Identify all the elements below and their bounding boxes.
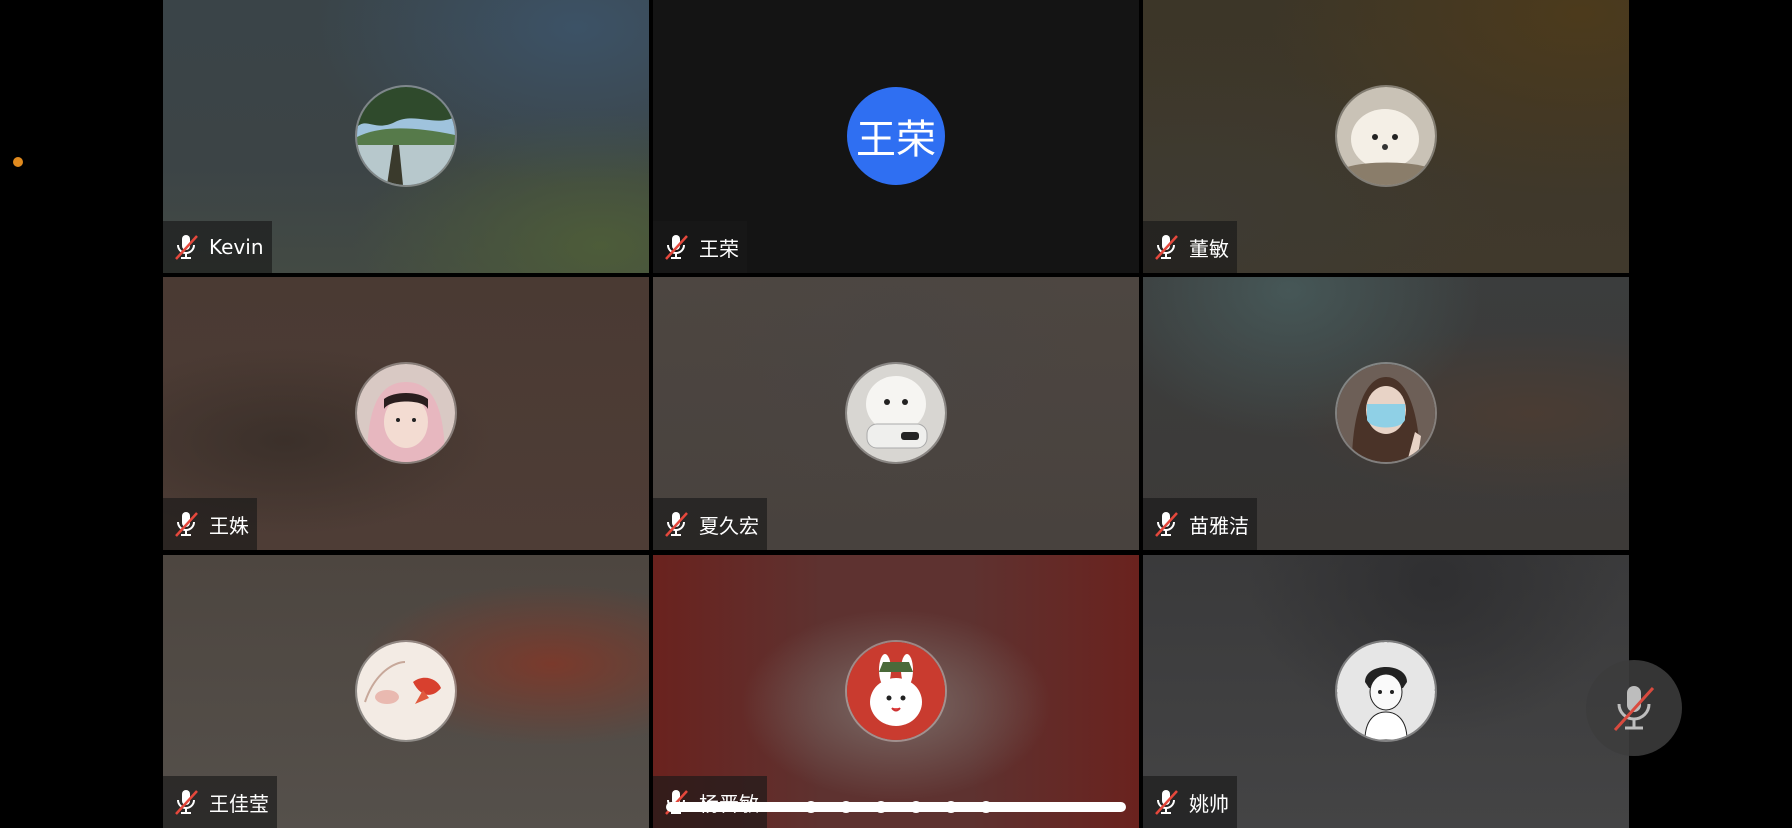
mic-muted-icon — [1155, 512, 1178, 537]
floating-mic-toggle-button[interactable] — [1586, 660, 1682, 756]
participant-name: Kevin — [209, 235, 264, 259]
participant-name: 董敏 — [1189, 236, 1229, 261]
participant-tile[interactable]: 王佳莹 — [163, 555, 649, 828]
mic-muted-icon — [665, 235, 688, 260]
participant-name: 王荣 — [699, 236, 739, 261]
mic-muted-icon — [1155, 790, 1178, 815]
participant-name: 姚帅 — [1189, 791, 1229, 816]
mic-muted-icon — [175, 235, 198, 260]
participant-tile[interactable]: 杨晋敏 — [653, 555, 1139, 828]
avatar — [847, 642, 945, 740]
mic-muted-icon — [1613, 686, 1655, 732]
participant-name: 夏久宏 — [699, 513, 759, 538]
participant-tile[interactable]: Kevin — [163, 0, 649, 273]
participant-name-tag: Kevin — [163, 221, 272, 273]
participant-name-tag: 王荣 — [653, 221, 747, 273]
avatar — [1337, 642, 1435, 740]
page-indicator-bar[interactable] — [666, 802, 1126, 812]
page-indicator-dot[interactable] — [910, 801, 922, 813]
participant-name: 王佳莹 — [209, 791, 269, 816]
page-indicator-dot[interactable] — [840, 801, 852, 813]
mic-muted-icon — [175, 512, 198, 537]
participant-name-tag: 王佳莹 — [163, 776, 277, 828]
avatar — [357, 364, 455, 462]
avatar — [357, 642, 455, 740]
avatar — [1337, 364, 1435, 462]
participant-name-tag: 董敏 — [1143, 221, 1237, 273]
participant-name-tag: 姚帅 — [1143, 776, 1237, 828]
page-indicator-dot[interactable] — [875, 801, 887, 813]
participant-tile[interactable]: 王姝 — [163, 277, 649, 550]
mic-muted-icon — [175, 790, 198, 815]
participant-tile[interactable]: 王荣 王荣 — [653, 0, 1139, 273]
participant-name: 苗雅洁 — [1189, 513, 1249, 538]
mic-muted-icon — [665, 512, 688, 537]
participant-tile[interactable]: 董敏 — [1143, 0, 1629, 273]
avatar — [847, 364, 945, 462]
page-indicator-dot[interactable] — [945, 801, 957, 813]
avatar — [357, 87, 455, 185]
participant-name-tag: 王姝 — [163, 498, 257, 550]
recording-indicator-dot — [13, 157, 23, 167]
avatar — [1337, 87, 1435, 185]
participant-tile[interactable]: 夏久宏 — [653, 277, 1139, 550]
participant-name-tag: 苗雅洁 — [1143, 498, 1257, 550]
avatar: 王荣 — [847, 87, 945, 185]
mic-muted-icon — [1155, 235, 1178, 260]
participant-name: 王姝 — [209, 513, 249, 538]
participant-tile[interactable]: 苗雅洁 — [1143, 277, 1629, 550]
participant-grid: Kevin 王荣 王荣 董敏 王姝 夏久宏 苗雅洁 王佳莹 姚帅 — [163, 0, 1629, 828]
participant-tile[interactable]: 姚帅 — [1143, 555, 1629, 828]
participant-name-tag: 夏久宏 — [653, 498, 767, 550]
page-indicator-dot[interactable] — [805, 801, 817, 813]
page-indicator-dot[interactable] — [980, 801, 992, 813]
